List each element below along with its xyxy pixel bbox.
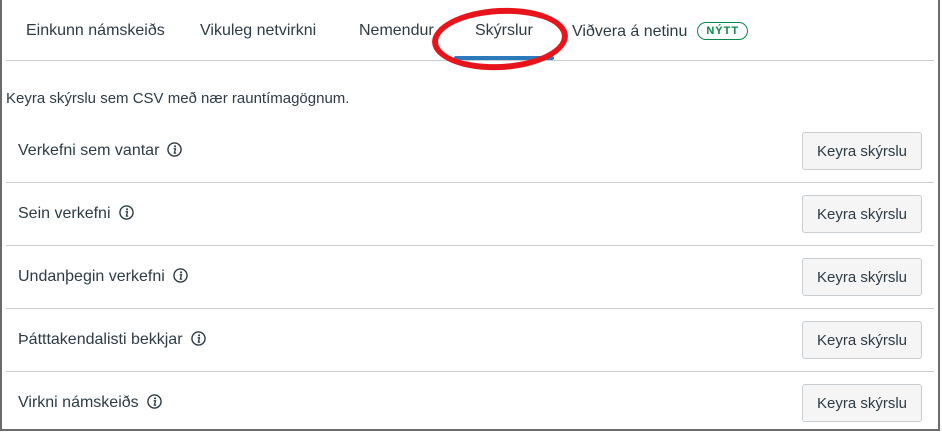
info-icon[interactable]: [173, 268, 188, 283]
report-row: Virkni námskeiðs Keyra skýrslu: [6, 372, 934, 434]
report-name: Verkefni sem vantar: [18, 142, 183, 160]
tab-reports[interactable]: Skýrslur: [454, 22, 554, 60]
tab-course-grade[interactable]: Einkunn námskeiðs: [26, 22, 165, 40]
report-name: Virkni námskeiðs: [18, 394, 162, 412]
new-badge: NÝTT: [697, 22, 749, 40]
info-icon[interactable]: [190, 331, 206, 346]
run-report-button[interactable]: Keyra skýrslu: [802, 195, 922, 233]
run-report-button[interactable]: Keyra skýrslu: [802, 321, 922, 359]
info-icon[interactable]: [118, 205, 134, 220]
report-name: Sein verkefni: [18, 205, 134, 223]
report-name-text: Þátttakendalisti bekkjar: [18, 331, 183, 348]
run-report-button[interactable]: Keyra skýrslu: [802, 132, 922, 170]
report-row: Verkefni sem vantar Keyra skýrslu: [6, 120, 934, 183]
report-list: Verkefni sem vantar Keyra skýrslu Sein v…: [6, 120, 934, 434]
report-name-text: Verkefni sem vantar: [18, 142, 160, 159]
tab-online-presence-label: Viðvera á netinu: [572, 23, 688, 40]
info-icon[interactable]: [146, 394, 162, 409]
report-row: Undanþegin verkefni Keyra skýrslu: [6, 246, 934, 309]
report-name-text: Virkni námskeiðs: [18, 394, 139, 411]
report-name: Undanþegin verkefni: [18, 268, 188, 286]
run-report-button[interactable]: Keyra skýrslu: [802, 384, 922, 422]
intro-text: Keyra skýrslu sem CSV með nær rauntímagö…: [6, 90, 350, 107]
run-report-button[interactable]: Keyra skýrslu: [802, 258, 922, 296]
report-name-text: Sein verkefni: [18, 205, 111, 222]
report-name: Þátttakendalisti bekkjar: [18, 331, 206, 349]
tab-bar: Einkunn námskeiðs Vikuleg netvirkni Neme…: [6, 0, 934, 61]
report-row: Þátttakendalisti bekkjar Keyra skýrslu: [6, 309, 934, 372]
tab-weekly-activity[interactable]: Vikuleg netvirkni: [200, 22, 316, 40]
tab-online-presence[interactable]: Viðvera á netinu NÝTT: [572, 22, 749, 41]
tab-students[interactable]: Nemendur: [359, 22, 434, 40]
report-row: Sein verkefni Keyra skýrslu: [6, 183, 934, 246]
report-name-text: Undanþegin verkefni: [18, 268, 165, 285]
info-icon[interactable]: [167, 142, 183, 157]
